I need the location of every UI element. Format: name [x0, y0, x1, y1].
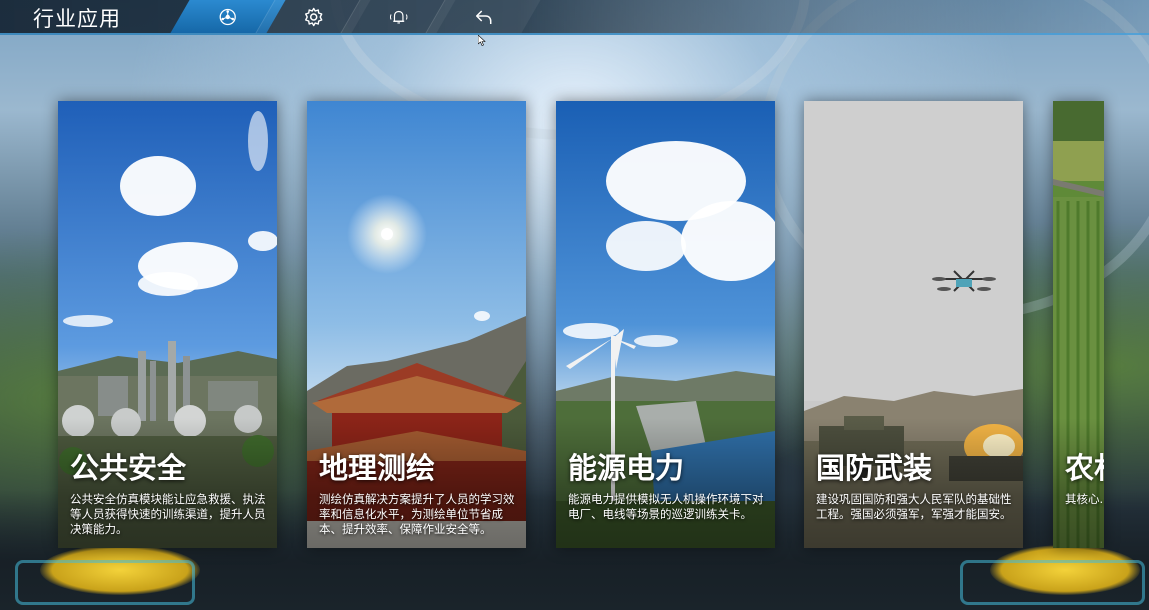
card-title: 国防武装 [816, 451, 933, 485]
card-description: 测绘仿真解决方案提升了人员的学习效率和信息化水平，为测绘单位节省成本、提升效率、… [319, 492, 515, 536]
card-title: 农村 [1065, 451, 1104, 485]
card-title: 公共安全 [70, 451, 187, 485]
gear-icon [303, 6, 325, 28]
card-description: 建设巩固国防和强大人民军队的基础性工程。强国必须强军，军强才能国安。 [816, 492, 1012, 521]
bell-icon [388, 6, 410, 28]
page-title: 行业应用 [33, 7, 121, 31]
card-description: 公共安全仿真模块能让应急救援、执法等人员获得快速的训练渠道，提升人员决策能力。 [70, 492, 266, 536]
top-bar: 行业应用 [0, 0, 1149, 35]
tab-back[interactable] [425, 0, 541, 33]
back-arrow-icon [473, 6, 495, 28]
card-description: 能源电力提供模拟无人机操作环境下对电厂、电线等场景的巡逻训练关卡。 [568, 492, 764, 521]
card-title: 地理测绘 [319, 451, 436, 485]
card-national-defense[interactable]: 国防武装 建设巩固国防和强大人民军队的基础性工程。强国必须强军，军强才能国安。 [804, 101, 1023, 548]
card-geo-surveying[interactable]: 地理测绘 测绘仿真解决方案提升了人员的学习效率和信息化水平，为测绘单位节省成本、… [307, 101, 526, 548]
card-agriculture-partial[interactable]: 农村 其核心... 和林木... 病虫害... [1053, 101, 1104, 548]
card-title: 能源电力 [568, 451, 685, 485]
card-description: 其核心... 和林木... 病虫害... [1065, 492, 1104, 506]
card-energy-power[interactable]: 能源电力 能源电力提供模拟无人机操作环境下对电厂、电线等场景的巡逻训练关卡。 [556, 101, 775, 548]
brain-network-icon [217, 6, 239, 28]
mouse-cursor-icon [478, 35, 486, 46]
background-console [15, 560, 195, 605]
background-console [960, 560, 1145, 605]
card-public-safety[interactable]: 公共安全 公共安全仿真模块能让应急救援、执法等人员获得快速的训练渠道，提升人员决… [58, 101, 277, 548]
